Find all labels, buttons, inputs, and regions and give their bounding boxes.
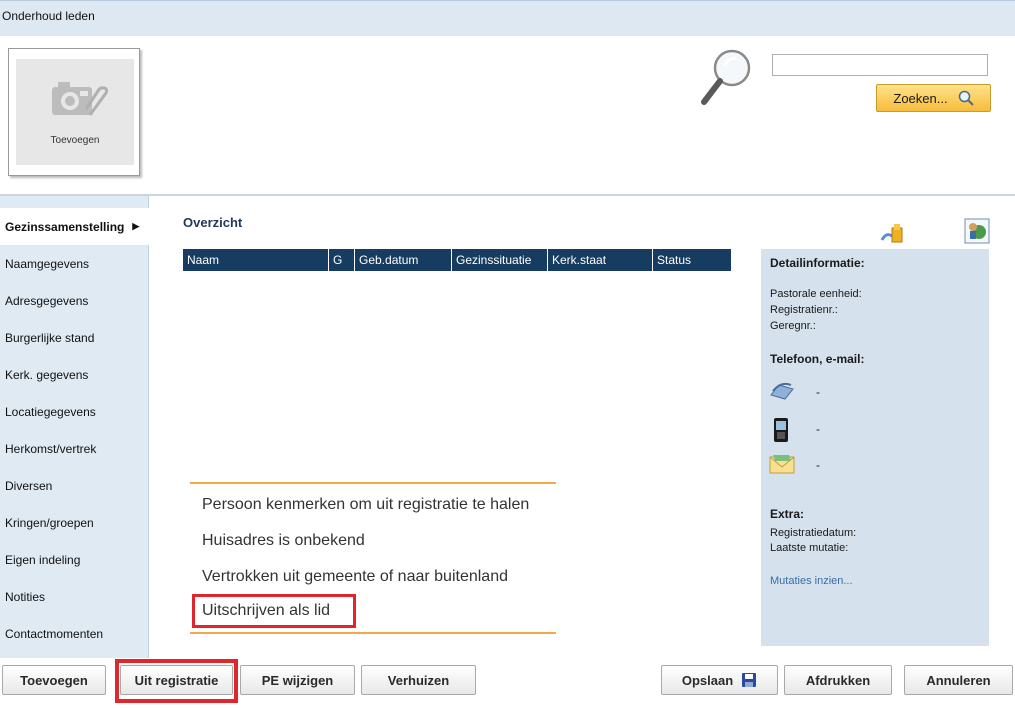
mobile-value: - (816, 422, 820, 436)
chevron-right-icon: ▶ (132, 221, 140, 231)
print-label: Afdrukken (805, 672, 871, 688)
column-header-gezinssituatie[interactable]: Gezinssituatie (452, 249, 548, 271)
registratiedatum-label: Registratiedatum: (770, 527, 857, 539)
sidebar-item-label: Adresgegevens (5, 293, 89, 308)
photo-add-label: Toevoegen (50, 135, 100, 146)
window-title: Onderhoud leden (2, 9, 95, 23)
overview-table-header: Naam G Geb.datum Gezinssituatie Kerk.sta… (183, 249, 731, 271)
phone-icon (770, 382, 794, 400)
registratienr-label: Registratienr.: (770, 304, 838, 316)
column-header-g[interactable]: G (329, 249, 355, 271)
sidebar-item-label: Kerk. gegevens (5, 367, 89, 382)
sidebar-item-label: Notities (5, 589, 46, 604)
header-divider (0, 194, 1015, 196)
sidebar-item-burgerlijke-stand[interactable]: Burgerlijke stand (0, 319, 149, 356)
magnifier-icon (701, 49, 751, 105)
uit-registratie-highlight-box (115, 659, 238, 703)
mutaties-inzien-link[interactable]: Mutaties inzien... (770, 575, 853, 587)
sidebar-item-locatiegegevens[interactable]: Locatiegegevens (0, 393, 149, 430)
sidebar-item-diversen[interactable]: Diversen (0, 467, 149, 504)
search-input[interactable] (772, 54, 988, 76)
menu-item-kenmerken[interactable]: Persoon kenmerken om uit registratie te … (192, 488, 552, 522)
detail-title: Detailinformatie: (770, 256, 865, 270)
column-header-status[interactable]: Status (653, 249, 731, 271)
detail-panel: Detailinformatie: Pastorale eenheid: Reg… (761, 249, 989, 646)
extra-title: Extra: (770, 507, 805, 521)
print-button[interactable]: Afdrukken (784, 665, 892, 695)
verhuizen-button[interactable]: Verhuizen (361, 665, 476, 695)
search-button-label: Zoeken... (893, 90, 948, 106)
search-icon (958, 90, 974, 106)
sidebar-item-label: Herkomst/vertrek (5, 441, 97, 456)
sidebar-item-label: Kringen/groepen (5, 515, 94, 530)
family-move-icon[interactable] (880, 220, 906, 246)
sidebar-item-label: Diversen (5, 478, 53, 493)
overview-title: Overzicht (183, 215, 243, 230)
pastorale-eenheid-label: Pastorale eenheid: (770, 288, 862, 300)
header-area: Toevoegen Zoeken... (0, 36, 1015, 194)
verhuizen-label: Verhuizen (387, 672, 450, 688)
sidebar-item-label: Eigen indeling (5, 552, 81, 567)
add-button[interactable]: Toevoegen (2, 665, 106, 695)
menu-item-huisadres-onbekend[interactable]: Huisadres is onbekend (192, 524, 552, 558)
sidebar-item-notities[interactable]: Notities (0, 578, 149, 615)
photo-placeholder: Toevoegen (16, 59, 134, 165)
phone-value: - (816, 385, 820, 399)
floppy-disk-icon (742, 673, 757, 687)
geregnr-label: Geregnr.: (770, 320, 816, 332)
camera-icon (52, 82, 109, 116)
sidebar-item-naamgegevens[interactable]: Naamgegevens (0, 245, 149, 282)
contact-title: Telefoon, e-mail: (770, 352, 865, 366)
sidebar-item-label: Burgerlijke stand (5, 330, 95, 345)
menu-item-uitschrijven[interactable]: Uitschrijven als lid (192, 594, 356, 628)
window-titlebar: Onderhoud leden (0, 0, 1015, 36)
save-button[interactable]: Opslaan (661, 665, 778, 695)
cancel-button[interactable]: Annuleren (904, 665, 1013, 695)
search-button[interactable]: Zoeken... (876, 84, 991, 112)
pe-wijzigen-label: PE wijzigen (261, 672, 334, 688)
pe-wijzigen-button[interactable]: PE wijzigen (240, 665, 355, 695)
email-envelope-icon (769, 455, 795, 474)
sidebar-item-eigen-indeling[interactable]: Eigen indeling (0, 541, 149, 578)
person-map-icon[interactable] (964, 218, 990, 244)
sidebar: Gezinssamenstelling ▶ Naamgegevens Adres… (0, 196, 149, 658)
menu-item-vertrokken[interactable]: Vertrokken uit gemeente of naar buitenla… (192, 560, 552, 594)
column-header-kerk-staat[interactable]: Kerk.staat (548, 249, 653, 271)
sidebar-item-label: Contactmomenten (5, 626, 104, 641)
add-button-label: Toevoegen (20, 672, 88, 688)
column-header-naam[interactable]: Naam (183, 249, 329, 271)
sidebar-item-kerk-gegevens[interactable]: Kerk. gegevens (0, 356, 149, 393)
sidebar-item-kringen-groepen[interactable]: Kringen/groepen (0, 504, 149, 541)
mobile-phone-icon (774, 418, 788, 442)
sidebar-item-label: Locatiegegevens (5, 404, 96, 419)
photo-add-button[interactable]: Toevoegen (8, 48, 140, 176)
sidebar-item-herkomst-vertrek[interactable]: Herkomst/vertrek (0, 430, 149, 467)
email-value: - (816, 458, 820, 472)
sidebar-item-adresgegevens[interactable]: Adresgegevens (0, 282, 149, 319)
sidebar-item-gezinssamenstelling[interactable]: Gezinssamenstelling ▶ (0, 208, 149, 245)
sidebar-item-contactmomenten[interactable]: Contactmomenten (0, 615, 149, 652)
sidebar-item-label: Gezinssamenstelling (5, 219, 125, 234)
cancel-label: Annuleren (926, 672, 991, 688)
column-header-geb-datum[interactable]: Geb.datum (355, 249, 452, 271)
save-label: Opslaan (681, 672, 734, 688)
uit-registratie-menu: Persoon kenmerken om uit registratie te … (190, 482, 556, 634)
laatste-mutatie-label: Laatste mutatie: (770, 542, 849, 554)
sidebar-item-label: Naamgegevens (5, 256, 90, 271)
